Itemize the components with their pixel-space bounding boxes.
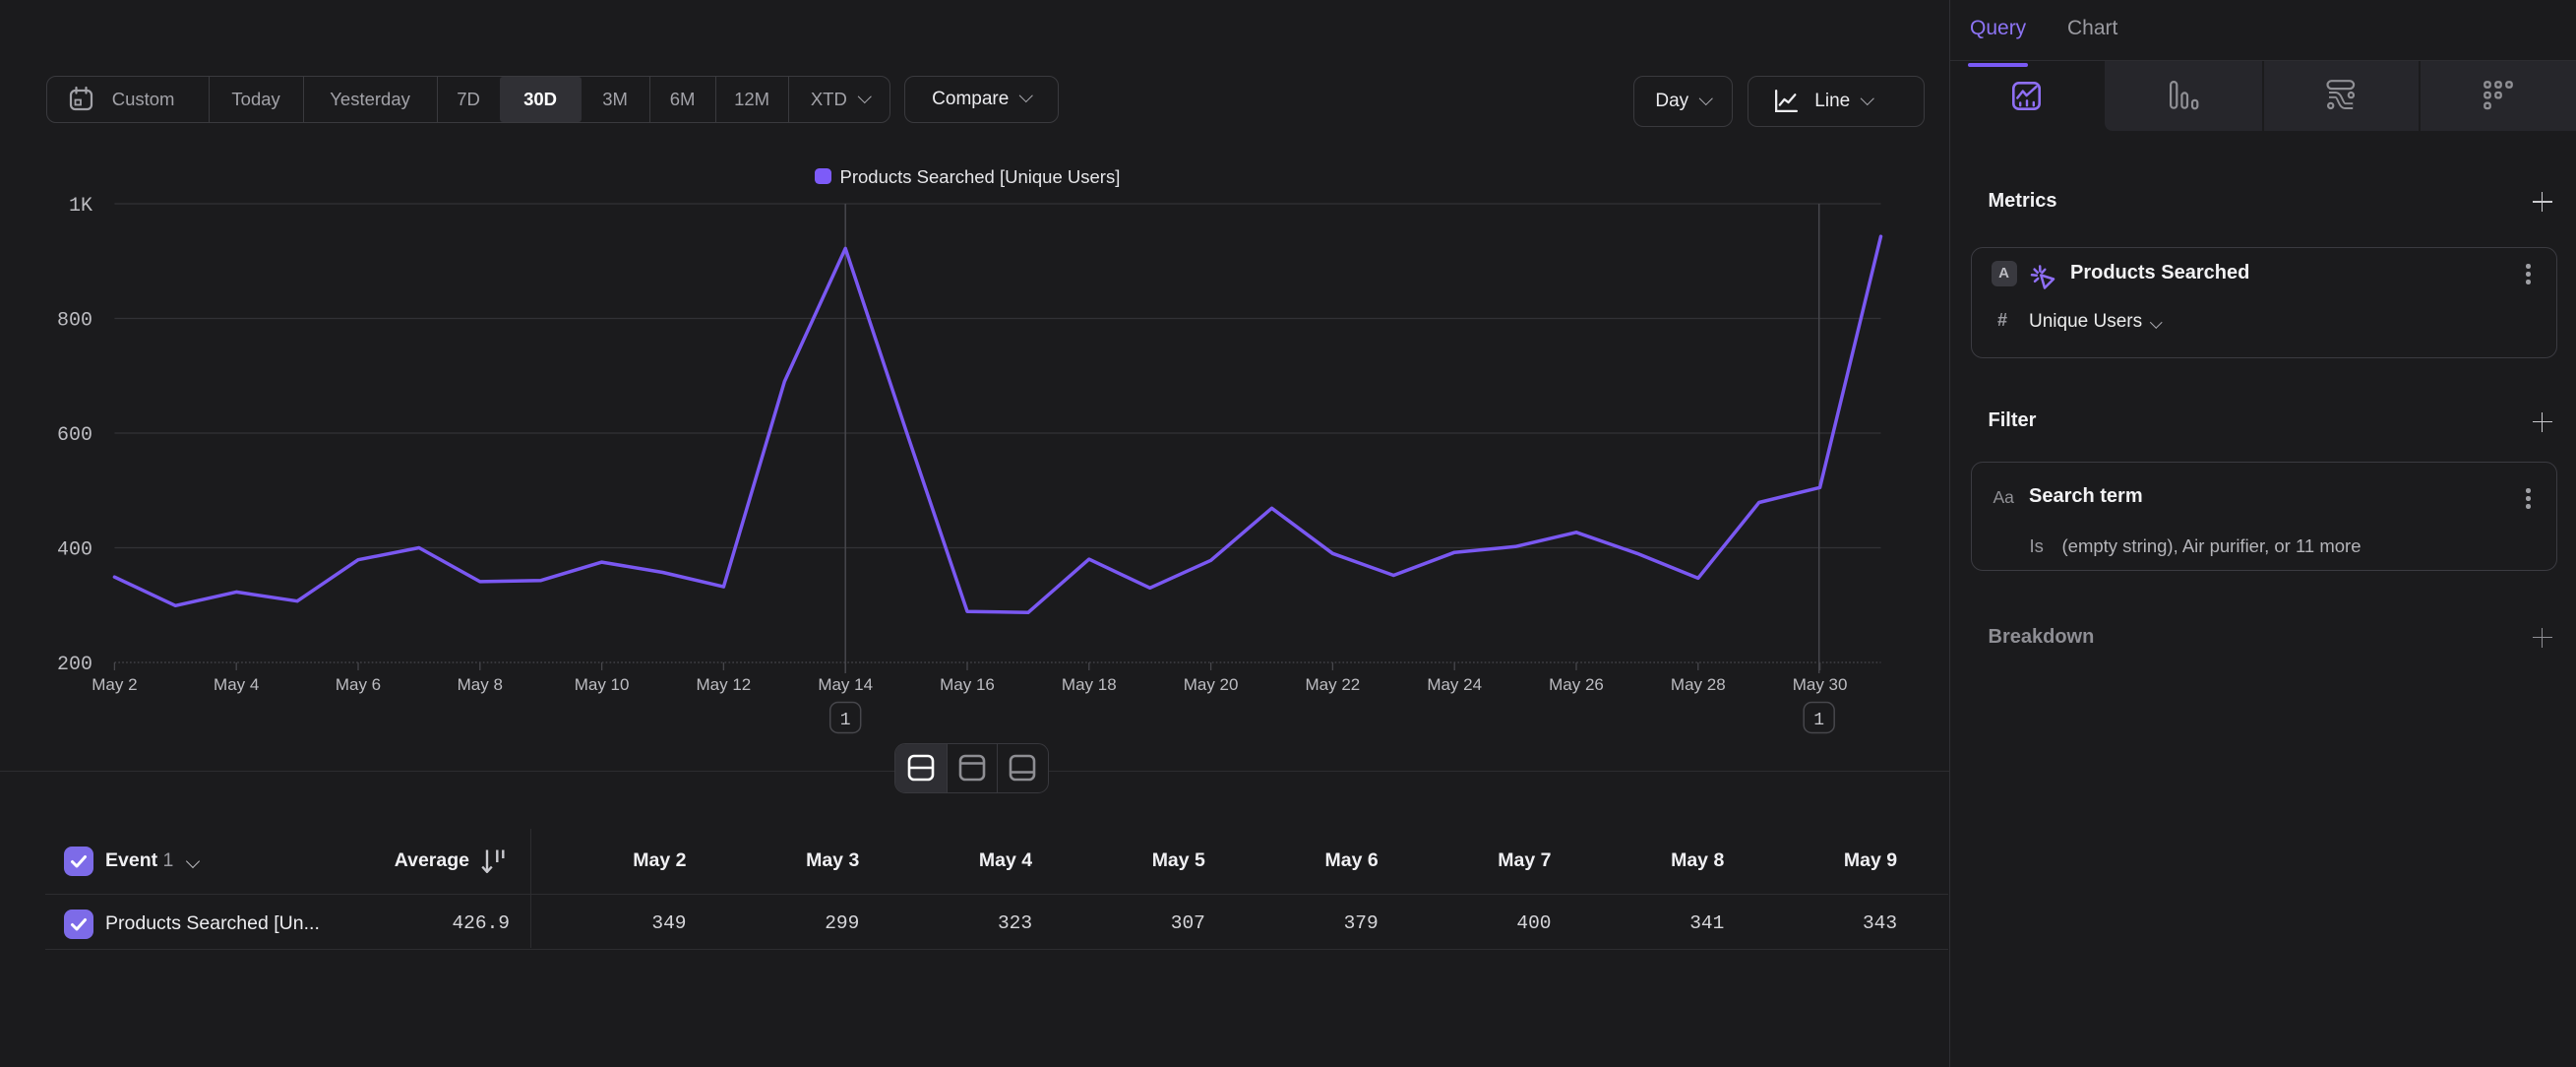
svg-text:May 4: May 4	[214, 675, 259, 694]
svg-text:May 18: May 18	[1062, 675, 1117, 694]
svg-text:May 22: May 22	[1306, 675, 1361, 694]
svg-text:May 28: May 28	[1671, 675, 1726, 694]
svg-text:400: 400	[57, 539, 92, 562]
svg-text:May 30: May 30	[1793, 675, 1848, 694]
svg-text:1: 1	[840, 711, 851, 730]
svg-text:May 2: May 2	[92, 675, 137, 694]
svg-text:May 10: May 10	[575, 675, 630, 694]
svg-text:May 26: May 26	[1549, 675, 1604, 694]
svg-text:May 24: May 24	[1427, 675, 1482, 694]
svg-text:May 16: May 16	[940, 675, 995, 694]
svg-text:May 14: May 14	[818, 675, 873, 694]
svg-text:600: 600	[57, 424, 92, 447]
svg-text:May 6: May 6	[336, 675, 381, 694]
svg-text:May 12: May 12	[697, 675, 752, 694]
svg-text:1K: 1K	[69, 195, 92, 218]
svg-text:200: 200	[57, 654, 92, 676]
svg-text:1: 1	[1813, 711, 1824, 730]
svg-text:May 20: May 20	[1184, 675, 1239, 694]
svg-text:May 8: May 8	[458, 675, 503, 694]
svg-text:800: 800	[57, 310, 92, 333]
